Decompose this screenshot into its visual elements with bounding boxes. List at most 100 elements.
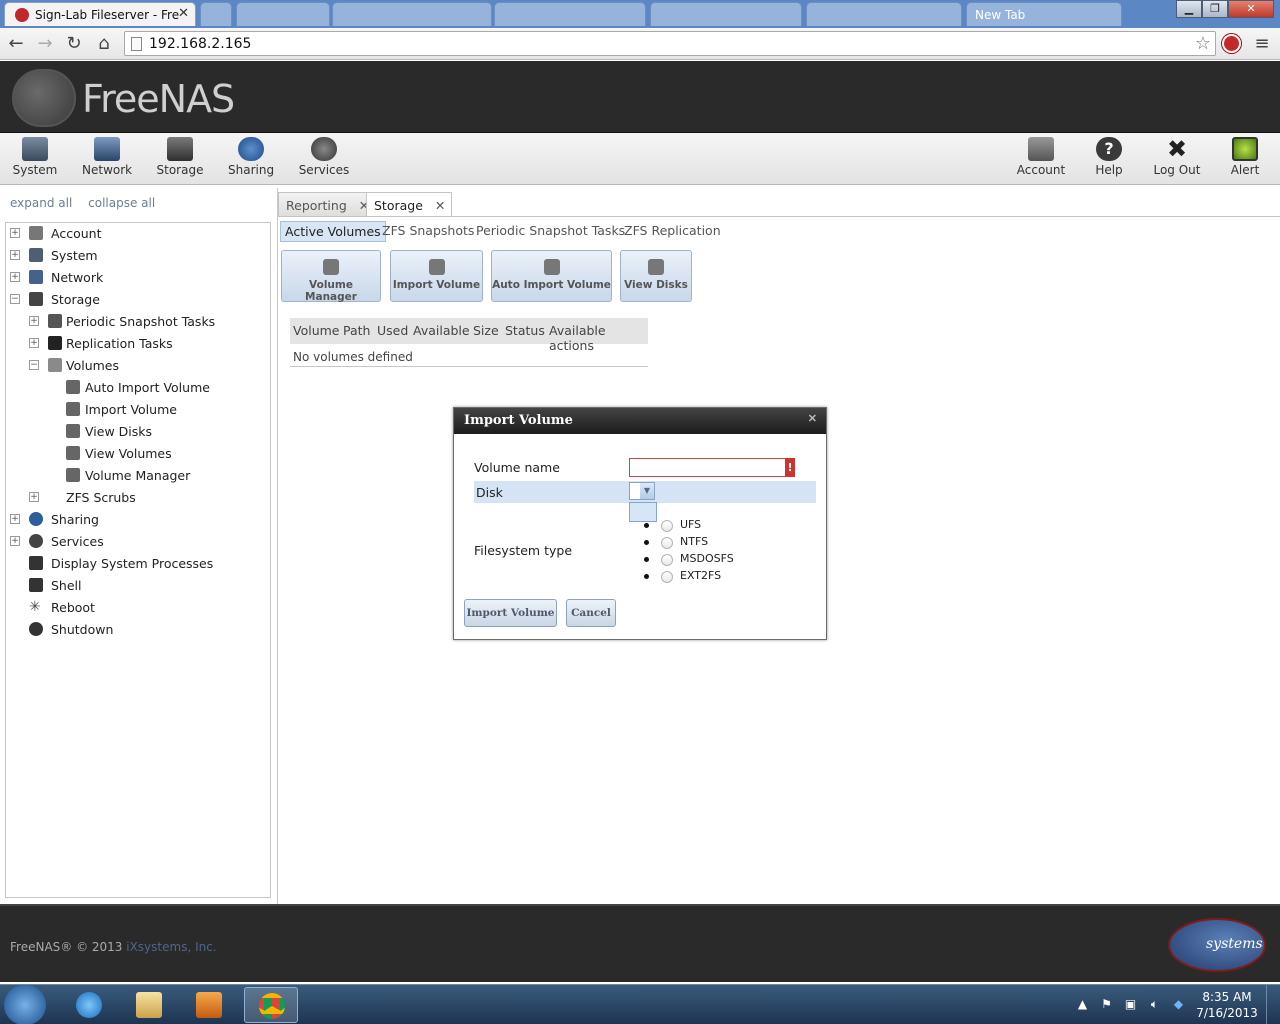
import-volume-submit-button[interactable]: Import Volume [464,599,557,627]
expand-toggle-icon[interactable]: + [10,272,20,282]
nav-account[interactable]: Account [1016,137,1066,177]
radio-button[interactable] [661,520,673,532]
subtab-periodic-snapshot-tasks[interactable]: Periodic Snapshot Tasks [472,221,629,240]
close-tab-icon[interactable]: ✕ [435,198,445,213]
expand-all-link[interactable]: expand all [10,196,72,210]
nav-sharing[interactable]: Sharing [228,137,274,177]
maximize-button[interactable]: ❐ [1202,0,1228,18]
tree-label: Sharing [51,512,99,527]
expand-toggle-icon[interactable]: + [10,514,20,524]
browser-toolbar: ← → ↻ ⌂ 192.168.2.165 ☆ ≡ [0,28,1280,60]
nav-alert[interactable]: Alert [1228,137,1262,177]
back-arrow-icon[interactable]: ← [4,32,28,56]
browser-tab[interactable] [236,2,330,26]
fs-option-label: MSDOSFS [680,552,734,565]
subtab-zfs-replication[interactable]: ZFS Replication [620,221,725,240]
radio-button[interactable] [661,554,673,566]
fs-option-ext2fs[interactable]: EXT2FS [640,569,734,586]
expand-toggle-icon[interactable]: + [10,536,20,546]
view-disks-button[interactable]: View Disks [620,250,692,302]
system-clock[interactable]: 8:35 AM 7/16/2013 [1194,989,1260,1021]
chrome-menu-icon[interactable]: ≡ [1250,32,1274,56]
nav-alert-label: Alert [1230,163,1260,177]
window-close-button[interactable]: ✕ [1228,0,1274,18]
radio-button[interactable] [661,537,673,549]
chrome-taskbar-button[interactable] [244,987,298,1023]
ixsystems-link[interactable]: iXsystems, Inc. [126,940,216,954]
column-size[interactable]: Size [473,323,499,338]
nav-storage[interactable]: Storage [156,137,204,177]
column-path[interactable]: Path [343,323,370,338]
media-player-taskbar-button[interactable] [182,987,236,1023]
start-button-icon[interactable] [4,985,46,1024]
browser-tab-active[interactable]: Sign-Lab Fileserver - FreeN ✕ [4,2,196,26]
file-explorer-taskbar-button[interactable] [122,987,176,1023]
windows-taskbar: ▲ ⚑ ▣ 🔈︎ ◆ 8:35 AM 7/16/2013 [0,984,1280,1024]
action-center-flag-icon[interactable]: ⚑ [1100,998,1113,1011]
browser-tab-new[interactable]: New Tab [966,2,1122,26]
column-status[interactable]: Status [505,323,545,338]
fs-option-msdosfs[interactable]: MSDOSFS [640,552,734,569]
forward-arrow-icon[interactable]: → [33,32,57,56]
browser-tab[interactable] [494,2,646,26]
column-available[interactable]: Available [413,323,470,338]
bookmark-star-icon[interactable]: ☆ [1195,33,1211,54]
browser-tab[interactable] [332,2,492,26]
address-bar[interactable]: 192.168.2.165 ☆ [124,31,1216,56]
dropbox-icon[interactable]: ◆ [1172,998,1185,1011]
tab-storage[interactable]: Storage ✕ [366,192,453,216]
expand-toggle-icon[interactable]: + [10,228,20,238]
tree-label: Account [51,226,102,241]
new-tab-button[interactable] [200,2,232,26]
expand-toggle-icon[interactable]: + [29,492,39,502]
dialog-close-icon[interactable]: ✕ [808,412,817,425]
system-icon [29,248,43,262]
nav-system[interactable]: System [12,137,58,177]
import-volume-button[interactable]: Import Volume [390,250,483,302]
collapse-toggle-icon[interactable]: − [10,294,20,304]
expand-toggle-icon[interactable]: + [10,250,20,260]
column-used[interactable]: Used [377,323,408,338]
nav-network-label: Network [82,163,133,177]
volume-name-input[interactable] [629,458,787,477]
radio-button[interactable] [661,571,673,583]
column-volume[interactable]: Volume [293,323,340,338]
adblock-extension-icon[interactable] [1222,34,1241,53]
browser-tab[interactable] [650,2,802,26]
fs-option-ufs[interactable]: UFS [640,518,734,535]
tab-reporting[interactable]: Reporting ✕ [278,192,377,216]
network-tray-icon[interactable]: ▣ [1124,998,1137,1011]
fs-option-ntfs[interactable]: NTFS [640,535,734,552]
nav-logout[interactable]: ✖ Log Out [1152,137,1202,177]
volume-icon[interactable]: 🔈︎ [1148,998,1161,1011]
show-hidden-icons-icon[interactable]: ▲ [1076,998,1089,1011]
column-available-actions[interactable]: Available actions [549,323,648,353]
tree-label: Auto Import Volume [85,380,210,395]
minimize-button[interactable]: ▁ [1176,0,1202,18]
nav-services[interactable]: Services [298,137,350,177]
subtab-active-volumes[interactable]: Active Volumes [280,221,386,242]
reload-icon[interactable]: ↻ [62,32,86,56]
chevron-down-icon[interactable]: ▼ [640,483,654,499]
filesystem-type-label: Filesystem type [474,543,573,558]
expand-toggle-icon[interactable]: + [29,316,39,326]
close-tab-icon[interactable]: ✕ [178,6,189,21]
collapse-toggle-icon[interactable]: − [29,360,39,370]
nav-help[interactable]: ? Help [1092,137,1126,177]
volume-manager-button[interactable]: Volume Manager [281,250,381,303]
browser-tab-title: Sign-Lab Fileserver - FreeN [35,8,180,22]
tree-label: System [51,248,98,263]
internet-explorer-taskbar-button[interactable] [62,987,116,1023]
cancel-button[interactable]: Cancel [566,599,616,627]
auto-import-volume-button[interactable]: Auto Import Volume [491,250,612,302]
browser-tab[interactable] [806,2,962,26]
import-volume-button-label: Import Volume [392,279,481,291]
nav-network[interactable]: Network [82,137,132,177]
view-volumes-icon [66,446,80,460]
collapse-all-link[interactable]: collapse all [88,196,155,210]
subtab-zfs-snapshots[interactable]: ZFS Snapshots [378,221,478,240]
disk-select[interactable]: ▼ [629,482,655,500]
show-desktop-button[interactable] [1266,985,1280,1024]
expand-toggle-icon[interactable]: + [29,338,39,348]
home-icon[interactable]: ⌂ [92,32,116,56]
